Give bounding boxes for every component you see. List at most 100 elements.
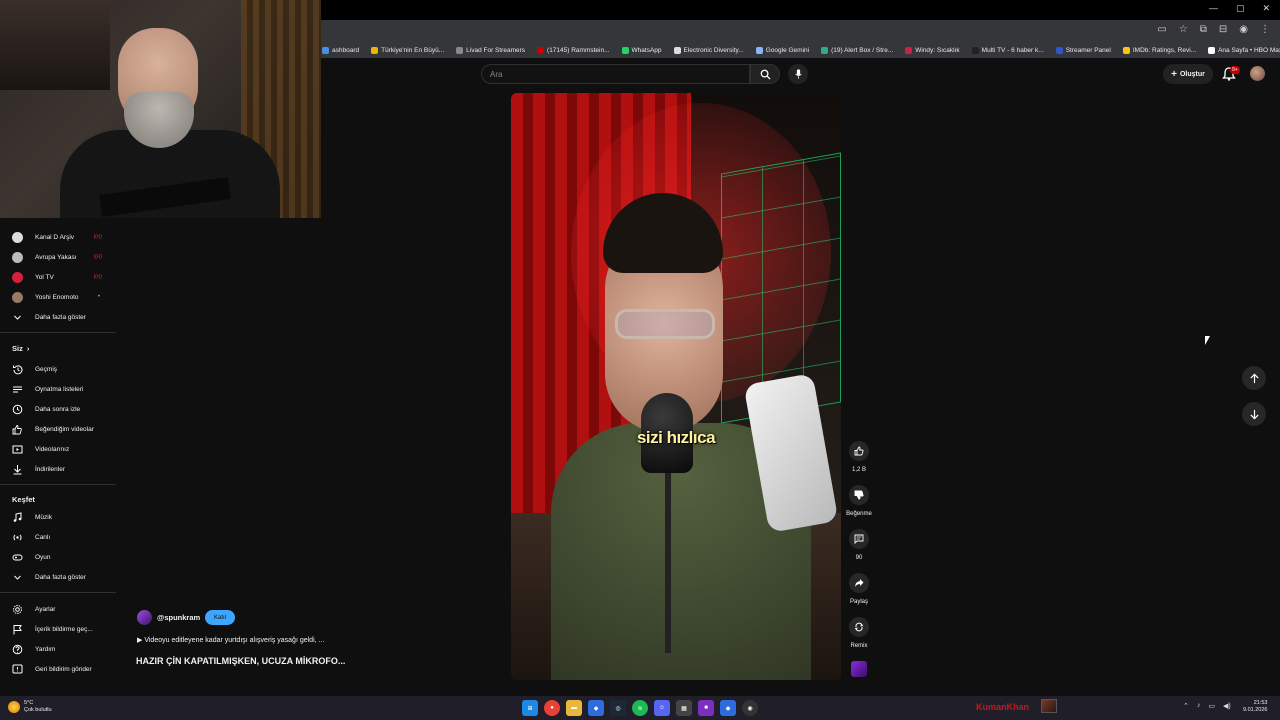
weather-widget[interactable]: 5°C Çok bulutlu <box>8 700 52 714</box>
sidebar-show-more-explore[interactable]: Daha fazla göster <box>12 570 116 584</box>
extensions-icon[interactable]: ⧉ <box>1200 24 1207 35</box>
shorts-video-player[interactable]: sizi hızlıca <box>511 93 841 680</box>
sidebar-item-you[interactable]: Videolarınız <box>12 442 116 456</box>
account-avatar[interactable] <box>1250 66 1265 81</box>
bookmark-label: ashboard <box>332 46 360 54</box>
comment-count: 90 <box>855 555 863 561</box>
join-button[interactable]: Katıl <box>205 610 235 625</box>
playlist-icon <box>12 384 23 395</box>
sidebar-item-settings[interactable]: Geri bildirim gönder <box>12 662 116 676</box>
sidebar-subscription-item[interactable]: Yoshi Enomoto • <box>12 290 116 304</box>
windows-start-icon[interactable]: ⊞ <box>522 700 538 716</box>
sidebar-item-explore[interactable]: Müzik <box>12 510 116 524</box>
tray-chevron-icon[interactable]: ⌃ <box>1183 702 1189 710</box>
channel-avatar-icon <box>12 271 23 283</box>
star-icon[interactable]: ☆ <box>1179 24 1188 35</box>
profile-icon[interactable]: ◉ <box>1239 24 1248 35</box>
voice-search-button[interactable] <box>788 64 808 84</box>
video-description[interactable]: ▶ Videoyu editleyene kadar yurtdışı alış… <box>137 636 324 644</box>
bookmark-item[interactable]: WhatsApp <box>621 46 662 54</box>
like-button[interactable] <box>849 441 869 461</box>
bookmark-label: Electronic Diversity... <box>683 46 744 54</box>
sidebar-item-you[interactable]: Beğendiğim videolar <box>12 422 116 436</box>
sidebar-subscription-item[interactable]: Kanal D Arşiv ((•)) <box>12 230 116 244</box>
live-indicator-icon: ((•)) <box>93 274 102 280</box>
clock[interactable]: 21:53 9.01.2026 <box>1243 700 1267 714</box>
video-title[interactable]: HAZIR ÇİN KAPATILMIŞKEN, UCUZA MİKROFO..… <box>136 656 345 666</box>
bookmark-item[interactable]: Streamer Panel <box>1055 46 1111 54</box>
app-blue-2-icon[interactable]: ◆ <box>720 700 736 716</box>
sidebar-item-label: Daha sonra izle <box>35 405 81 413</box>
sidebar-item-you[interactable]: Daha sonra izle <box>12 402 116 416</box>
bookmark-item[interactable]: (19) Alert Box / Stre... <box>821 46 893 54</box>
menu-icon[interactable]: ⋮ <box>1260 24 1270 35</box>
share-icon <box>855 579 864 587</box>
create-button[interactable]: + Oluştur <box>1163 64 1213 84</box>
bookmark-item[interactable]: Windy: Sıcaklık <box>905 46 960 54</box>
system-tray: ⌃ ♪ ▭ ◀) <box>1183 702 1231 710</box>
calculator-icon[interactable]: ▦ <box>676 700 692 716</box>
minimize-icon[interactable]: — <box>1209 3 1218 14</box>
maximize-icon[interactable]: ▢ <box>1236 3 1245 14</box>
tray-volume-icon[interactable]: ◀) <box>1223 702 1231 710</box>
create-label: Oluştur <box>1179 70 1205 78</box>
sidebar-section-you[interactable]: Siz › <box>12 344 29 353</box>
next-short-button[interactable] <box>1242 402 1266 426</box>
bookmark-item[interactable]: Multi TV - 6 haber k... <box>971 46 1044 54</box>
sidebar-subscription-item[interactable]: Avrupa Yakası ((•)) <box>12 250 116 264</box>
bookmark-favicon-icon <box>537 46 545 54</box>
address-bar-actions: ▭ ☆ ⧉ ⊟ ◉ ⋮ <box>1157 24 1270 35</box>
sidebar-item-you[interactable]: İndirilenler <box>12 462 116 476</box>
bookmark-item[interactable]: (17145) Rammstein... <box>537 46 610 54</box>
steam-icon[interactable]: ◎ <box>610 700 626 716</box>
cast-icon[interactable]: ▭ <box>1157 24 1166 35</box>
history-icon <box>12 364 23 375</box>
bookmark-item[interactable]: Ana Sayfa • HBO Max <box>1208 46 1280 54</box>
close-icon[interactable]: ✕ <box>1262 3 1270 14</box>
app-purple-icon[interactable]: ■ <box>698 700 714 716</box>
sidebar-item-you[interactable]: Geçmiş <box>12 362 116 376</box>
tray-mic-icon[interactable]: ♪ <box>1197 702 1201 710</box>
search-input[interactable]: Ara <box>481 64 750 84</box>
dislike-button[interactable] <box>849 485 869 505</box>
discord-icon[interactable]: ☺ <box>654 700 670 716</box>
sidebar-item-label: Yoshi Enomoto <box>35 293 79 301</box>
remix-button[interactable] <box>849 617 869 637</box>
bookmark-item[interactable]: Türkiye'nin En Büyü... <box>371 46 444 54</box>
section-title: Keşfet <box>12 495 35 504</box>
bookmark-item[interactable]: IMDb: Ratings, Revi... <box>1122 46 1196 54</box>
sidebar-item-you[interactable]: Oynatma listeleri <box>12 382 116 396</box>
music-icon <box>12 511 23 523</box>
video-mic-stick <box>665 463 671 653</box>
sidebar-item-explore[interactable]: Oyun <box>12 550 116 564</box>
sidebar-item-explore[interactable]: Canlı <box>12 530 116 544</box>
sidebar-show-more-subscriptions[interactable]: Daha fazla göster <box>12 310 116 324</box>
previous-short-button[interactable] <box>1242 366 1266 390</box>
channel-avatar[interactable] <box>137 610 152 625</box>
share-button[interactable] <box>849 573 869 593</box>
bookmark-item[interactable]: Google Gemini <box>755 46 809 54</box>
video-presenter-glasses <box>615 309 715 339</box>
obs-icon[interactable]: ◉ <box>742 700 758 716</box>
sound-source-avatar[interactable] <box>851 661 867 677</box>
sidepanel-icon[interactable]: ⊟ <box>1219 24 1227 35</box>
channel-name[interactable]: @spunkram <box>157 613 200 622</box>
search-button[interactable] <box>750 64 780 84</box>
file-explorer-icon[interactable]: ▬ <box>566 700 582 716</box>
bookmark-item[interactable]: Livad For Streamers <box>456 46 525 54</box>
bookmark-item[interactable]: Electronic Diversity... <box>673 46 744 54</box>
thumbs-up-icon <box>854 446 864 456</box>
app-blue-icon[interactable]: ◆ <box>588 700 604 716</box>
comments-button[interactable] <box>849 529 869 549</box>
tray-network-icon[interactable]: ▭ <box>1208 702 1215 710</box>
sidebar-item-label: Canlı <box>35 533 51 541</box>
sidebar-item-settings[interactable]: Ayarlar <box>12 602 116 616</box>
sidebar-subscription-item[interactable]: Yol TV ((•)) <box>12 270 116 284</box>
spotify-icon[interactable]: ≋ <box>632 700 648 716</box>
bookmark-item[interactable]: ashboard <box>322 46 360 54</box>
bookmark-favicon-icon <box>905 46 913 54</box>
sidebar-item-settings[interactable]: Yardım <box>12 642 116 656</box>
sidebar-item-label: Yardım <box>35 645 56 653</box>
sidebar-item-settings[interactable]: İçerik bildirme geç... <box>12 622 116 636</box>
chrome-icon[interactable]: ● <box>544 700 560 716</box>
